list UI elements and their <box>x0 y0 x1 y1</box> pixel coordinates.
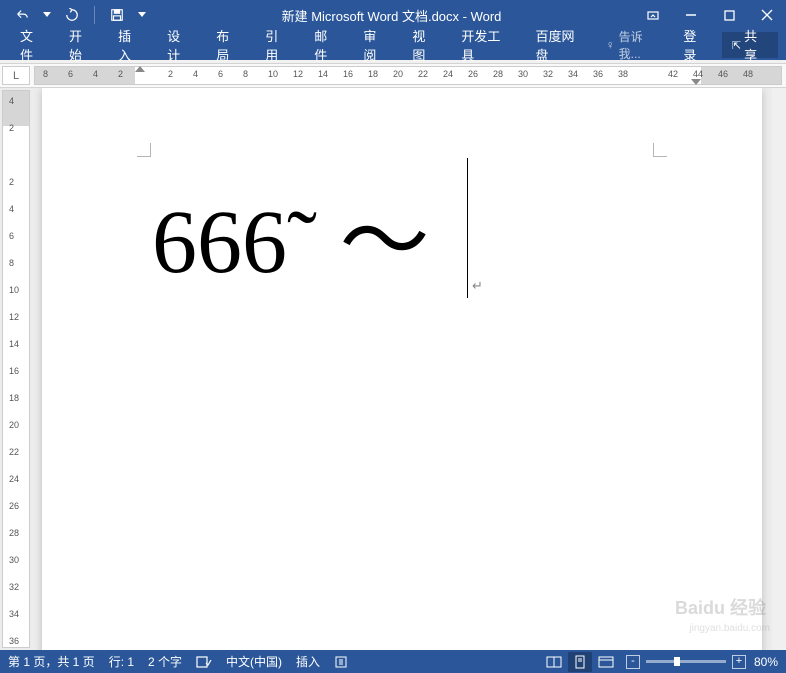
status-macro-icon[interactable] <box>334 655 348 669</box>
save-dropdown[interactable] <box>135 2 149 28</box>
share-button[interactable]: ⇱ 共享 <box>722 32 778 58</box>
view-read-mode[interactable] <box>542 652 566 672</box>
status-page[interactable]: 第 1 页，共 1 页 <box>8 653 95 670</box>
status-words[interactable]: 2 个字 <box>148 653 182 670</box>
vertical-ruler[interactable]: 4224681012141618202224262830323436 <box>2 90 30 648</box>
qat-dropdown[interactable] <box>40 2 54 28</box>
text-cursor <box>467 158 468 298</box>
tab-file[interactable]: 文件 <box>8 30 57 60</box>
quick-access-toolbar <box>0 2 149 28</box>
tab-view[interactable]: 视图 <box>400 30 449 60</box>
right-indent-marker[interactable] <box>691 79 701 85</box>
tell-me-search[interactable]: ♀ 告诉我... <box>598 28 670 62</box>
view-web-layout[interactable] <box>594 652 618 672</box>
tab-mail[interactable]: 邮件 <box>302 30 351 60</box>
tab-home[interactable]: 开始 <box>57 30 106 60</box>
zoom-out-button[interactable]: - <box>626 655 640 669</box>
vertical-scrollbar[interactable] <box>772 88 786 650</box>
status-spellcheck-icon[interactable] <box>196 655 212 669</box>
status-line[interactable]: 行: 1 <box>109 653 134 670</box>
zoom-slider-track[interactable] <box>646 660 726 663</box>
tab-design[interactable]: 设计 <box>155 30 204 60</box>
tab-review[interactable]: 审阅 <box>351 30 400 60</box>
share-label: 共享 <box>744 26 768 64</box>
zoom-in-button[interactable]: + <box>732 655 746 669</box>
zoom-slider: - + <box>626 655 746 669</box>
document-viewport[interactable]: 666˜ ～ ↵ Baidu 经验 jingyan.baidu.com <box>32 88 786 650</box>
margin-corner-tl <box>137 143 151 157</box>
v-ruler-margin-top <box>3 91 29 126</box>
status-language[interactable]: 中文(中国) <box>226 653 282 670</box>
login-button[interactable]: 登录 <box>671 30 720 60</box>
save-button[interactable] <box>103 2 131 28</box>
paragraph-mark: ↵ <box>472 278 483 294</box>
tell-me-label: 告诉我... <box>619 28 662 62</box>
maximize-button[interactable] <box>710 0 748 30</box>
window-title: 新建 Microsoft Word 文档.docx - Word <box>149 6 634 25</box>
editor-container: 4224681012141618202224262830323436 666˜ … <box>0 88 786 650</box>
first-line-indent-marker[interactable] <box>135 66 145 72</box>
ruler-area: L 86422468101214161820222426283032343638… <box>0 64 786 88</box>
tab-selector[interactable]: L <box>2 66 30 85</box>
margin-corner-tr <box>653 143 667 157</box>
tab-layout[interactable]: 布局 <box>204 30 253 60</box>
ribbon-options-button[interactable] <box>634 0 672 30</box>
status-bar: 第 1 页，共 1 页 行: 1 2 个字 中文(中国) 插入 - + 80% <box>0 650 786 673</box>
document-text[interactable]: 666˜ ～ <box>152 168 429 298</box>
redo-button[interactable] <box>58 2 86 28</box>
horizontal-ruler[interactable]: 8642246810121416182022242628303234363842… <box>34 66 782 85</box>
ribbon-tabs: 文件 开始 插入 设计 布局 引用 邮件 审阅 视图 开发工具 百度网盘 ♀ 告… <box>0 30 786 60</box>
tab-insert[interactable]: 插入 <box>106 30 155 60</box>
share-icon: ⇱ <box>732 39 741 52</box>
ruler-margin-right <box>701 67 781 84</box>
status-right-group: - + 80% <box>542 652 778 672</box>
tab-developer[interactable]: 开发工具 <box>449 30 523 60</box>
tab-references[interactable]: 引用 <box>253 30 302 60</box>
tab-baidu[interactable]: 百度网盘 <box>524 30 598 60</box>
zoom-level[interactable]: 80% <box>754 655 778 669</box>
separator <box>94 6 95 24</box>
undo-button[interactable] <box>8 2 36 28</box>
document-page[interactable]: 666˜ ～ ↵ <box>42 88 762 650</box>
view-print-layout[interactable] <box>568 652 592 672</box>
lightbulb-icon: ♀ <box>606 38 615 52</box>
status-insert-mode[interactable]: 插入 <box>296 653 320 670</box>
